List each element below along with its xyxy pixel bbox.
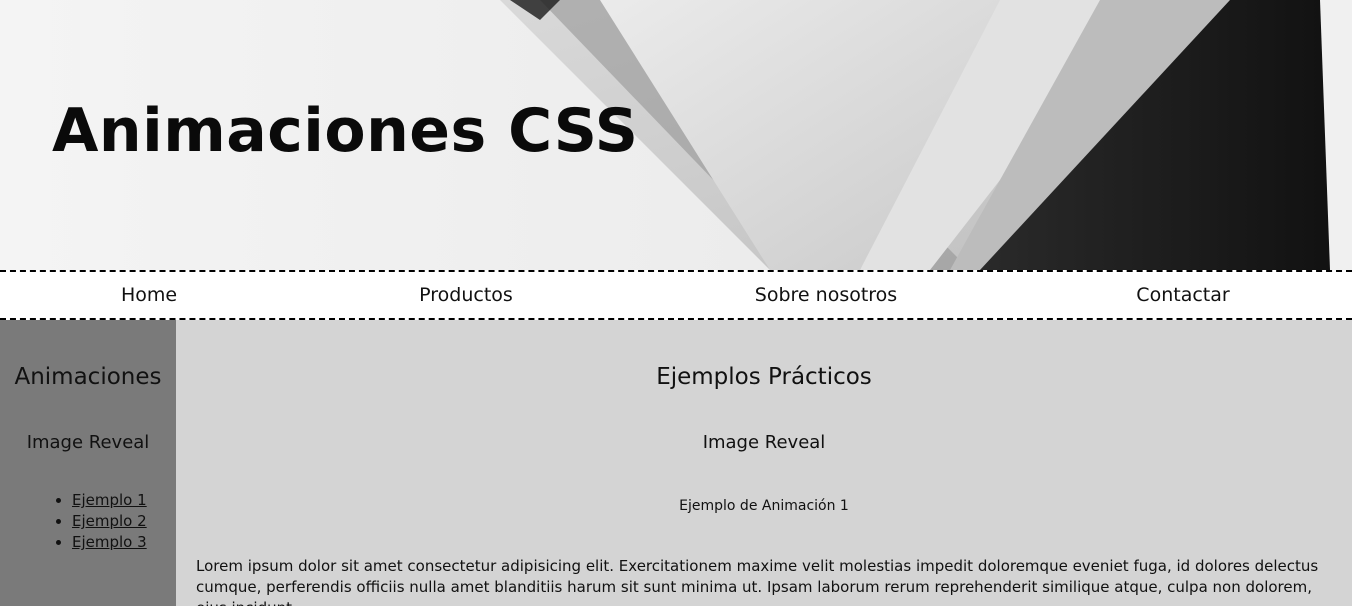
sidebar-link-ejemplo-1[interactable]: Ejemplo 1 [72, 491, 147, 509]
section-subtitle: Image Reveal [702, 432, 826, 453]
list-item: Ejemplo 1 [72, 490, 147, 511]
sidebar-link-list: Ejemplo 1 Ejemplo 2 Ejemplo 3 [54, 490, 147, 553]
example-paragraph: Lorem ipsum dolor sit amet consectetur a… [196, 557, 1319, 606]
hero-header: Animaciones CSS [0, 0, 1352, 270]
page-title: Animaciones CSS [52, 96, 639, 166]
example-title: Ejemplo de Animación 1 [679, 498, 849, 514]
sidebar-link-ejemplo-3[interactable]: Ejemplo 3 [72, 533, 147, 551]
list-item: Ejemplo 3 [72, 532, 147, 553]
main-navigation: Home Productos Sobre nosotros Contactar [0, 270, 1352, 320]
sidebar-subtitle: Image Reveal [26, 432, 150, 453]
nav-link-sobre-nosotros[interactable]: Sobre nosotros [755, 284, 897, 306]
nav-link-productos[interactable]: Productos [419, 284, 513, 306]
sidebar-title: Animaciones [14, 364, 162, 390]
list-item: Ejemplo 2 [72, 511, 147, 532]
nav-link-contactar[interactable]: Contactar [1136, 284, 1229, 306]
nav-link-home[interactable]: Home [121, 284, 177, 306]
sidebar-link-ejemplo-2[interactable]: Ejemplo 2 [72, 512, 147, 530]
section-title: Ejemplos Prácticos [656, 364, 872, 390]
main-content: Ejemplos Prácticos Image Reveal Ejemplo … [176, 320, 1352, 606]
sidebar: Animaciones Image Reveal Ejemplo 1 Ejemp… [0, 320, 176, 606]
